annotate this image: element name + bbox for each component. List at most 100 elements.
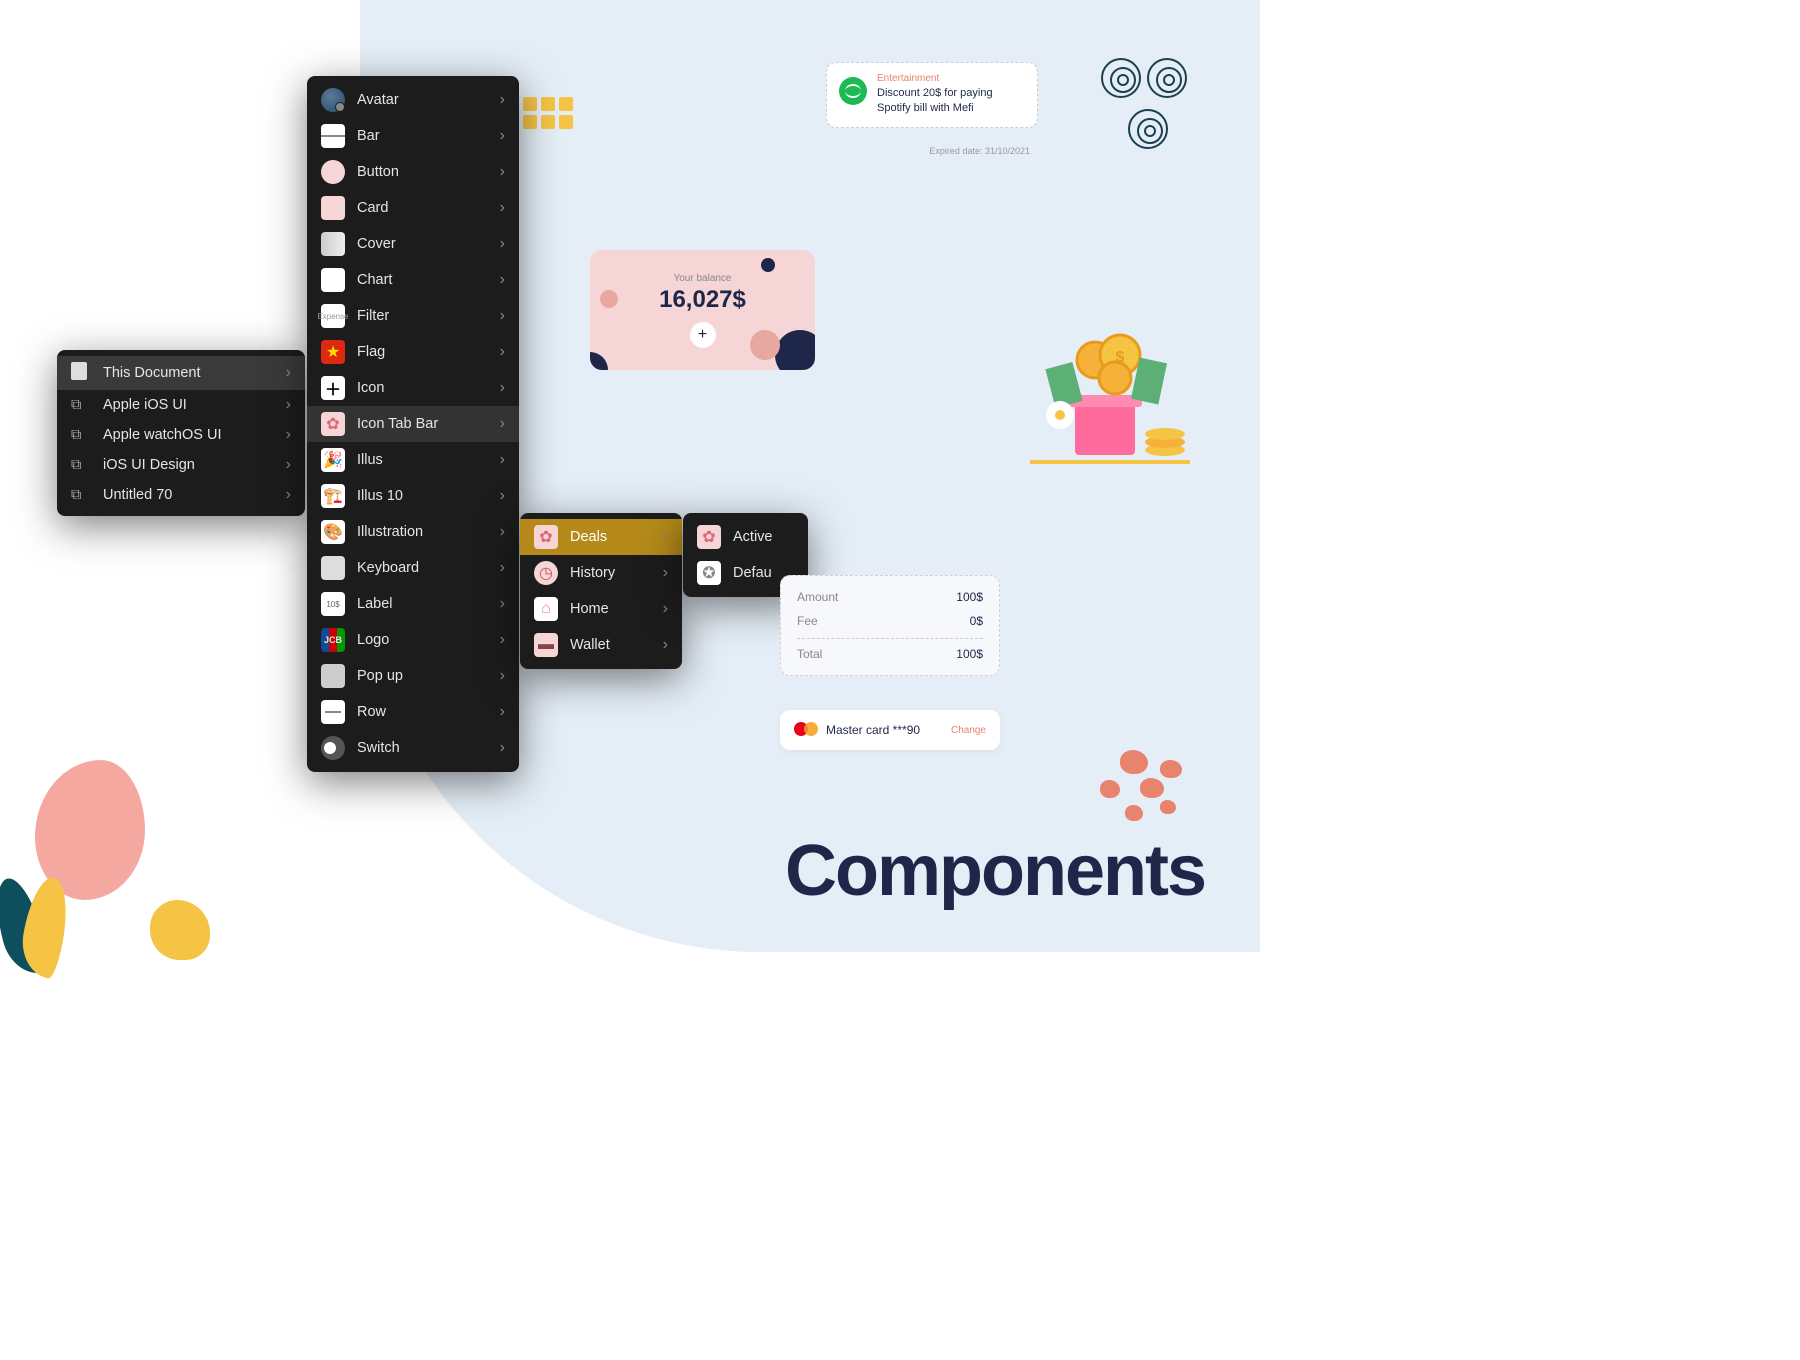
menu-label: Deals bbox=[570, 529, 607, 545]
menu-label: Icon bbox=[357, 380, 384, 396]
menu-item-active[interactable]: ✿ Active bbox=[683, 519, 808, 555]
notification-category: Entertainment bbox=[877, 73, 1025, 84]
popup-icon bbox=[321, 664, 345, 688]
chevron-right-icon: › bbox=[500, 163, 505, 181]
badge-icon: ✪ bbox=[697, 561, 721, 585]
menu-label: Pop up bbox=[357, 668, 403, 684]
illus10-icon: 🏗️ bbox=[321, 484, 345, 508]
menu-item-apple-watchos[interactable]: ⧉ Apple watchOS UI › bbox=[57, 420, 305, 450]
chevron-right-icon: › bbox=[500, 199, 505, 217]
leaves-decoration bbox=[0, 877, 65, 982]
menu-item-icon[interactable]: ＋Icon› bbox=[307, 370, 519, 406]
menu-label: Icon Tab Bar bbox=[357, 416, 438, 432]
menu-label: Label bbox=[357, 596, 392, 612]
change-card-button[interactable]: Change bbox=[951, 725, 986, 736]
clock-icon: ◷ bbox=[534, 561, 558, 585]
menu-item-label[interactable]: 10$Label› bbox=[307, 586, 519, 622]
menu-label: Apple watchOS UI bbox=[103, 427, 221, 443]
chevron-right-icon: › bbox=[500, 127, 505, 145]
chevron-right-icon: › bbox=[286, 396, 291, 414]
switch-icon bbox=[321, 736, 345, 760]
add-balance-button[interactable]: + bbox=[690, 322, 716, 348]
documents-menu: This Document › ⧉ Apple iOS UI › ⧉ Apple… bbox=[57, 350, 305, 516]
notification-expired: Expired date: 31/10/2021 bbox=[826, 142, 1038, 160]
menu-label: History bbox=[570, 565, 615, 581]
chevron-right-icon: › bbox=[500, 523, 505, 541]
chevron-right-icon: › bbox=[500, 451, 505, 469]
mastercard-icon bbox=[794, 722, 818, 738]
amount-label: Amount bbox=[797, 590, 838, 604]
menu-item-illus-10[interactable]: 🏗️Illus 10› bbox=[307, 478, 519, 514]
menu-item-ios-design[interactable]: ⧉ iOS UI Design › bbox=[57, 450, 305, 480]
total-value: 100$ bbox=[956, 647, 983, 661]
menu-item-avatar[interactable]: Avatar› bbox=[307, 82, 519, 118]
balance-amount: 16,027$ bbox=[659, 286, 746, 314]
menu-item-bar[interactable]: Bar › bbox=[307, 118, 519, 154]
chevron-right-icon: › bbox=[663, 564, 668, 582]
components-menu: Avatar› Bar› Button› Card› Cover› Chart›… bbox=[307, 76, 519, 772]
menu-label: Defau bbox=[733, 565, 772, 581]
flower-icon: ✿ bbox=[321, 412, 345, 436]
menu-item-wallet[interactable]: ▬Wallet› bbox=[520, 627, 682, 663]
menu-item-apple-ios[interactable]: ⧉ Apple iOS UI › bbox=[57, 390, 305, 420]
notification-text: Discount 20$ for paying Spotify bill wit… bbox=[877, 86, 1025, 117]
chevron-right-icon: › bbox=[500, 739, 505, 757]
tab-bar-submenu: ✿Deals› ◷ History › ⌂ Home › ▬Wallet› bbox=[520, 513, 682, 669]
notification-card: Entertainment Discount 20$ for paying Sp… bbox=[826, 62, 1038, 128]
home-icon: ⌂ bbox=[534, 597, 558, 621]
menu-item-button[interactable]: Button› bbox=[307, 154, 519, 190]
menu-item-history[interactable]: ◷ History › bbox=[520, 555, 682, 591]
menu-item-card[interactable]: Card› bbox=[307, 190, 519, 226]
menu-item-untitled[interactable]: ⧉ Untitled 70 › bbox=[57, 480, 305, 510]
menu-label: Illustration bbox=[357, 524, 423, 540]
menu-label: Apple iOS UI bbox=[103, 397, 187, 413]
menu-item-logo[interactable]: JCBLogo› bbox=[307, 622, 519, 658]
menu-item-deals[interactable]: ✿Deals› bbox=[520, 519, 682, 555]
menu-item-chart[interactable]: Chart› bbox=[307, 262, 519, 298]
menu-item-icon-tab-bar[interactable]: ✿Icon Tab Bar› bbox=[307, 406, 519, 442]
menu-label: Cover bbox=[357, 236, 396, 252]
menu-item-switch[interactable]: Switch › bbox=[307, 730, 519, 766]
link-icon: ⧉ bbox=[71, 487, 91, 503]
chevron-right-icon: › bbox=[500, 667, 505, 685]
menu-item-this-document[interactable]: This Document › bbox=[57, 356, 305, 390]
menu-item-cover[interactable]: Cover› bbox=[307, 226, 519, 262]
chevron-right-icon: › bbox=[500, 307, 505, 325]
menu-item-row[interactable]: Row › bbox=[307, 694, 519, 730]
card-icon bbox=[321, 196, 345, 220]
chevron-right-icon: › bbox=[286, 486, 291, 504]
menu-item-popup[interactable]: Pop up › bbox=[307, 658, 519, 694]
menu-item-flag[interactable]: ★Flag› bbox=[307, 334, 519, 370]
menu-label: Avatar bbox=[357, 92, 399, 108]
chevron-right-icon: › bbox=[500, 487, 505, 505]
menu-label: Wallet bbox=[570, 637, 610, 653]
menu-item-illustration[interactable]: 🎨 Illustration › bbox=[307, 514, 519, 550]
amount-value: 100$ bbox=[956, 590, 983, 604]
chevron-right-icon: › bbox=[500, 703, 505, 721]
menu-item-home[interactable]: ⌂Home› bbox=[520, 591, 682, 627]
spotify-icon bbox=[839, 77, 867, 105]
flower-icon: ✿ bbox=[697, 525, 721, 549]
menu-item-keyboard[interactable]: Keyboard› bbox=[307, 550, 519, 586]
menu-item-illus[interactable]: 🎉Illus› bbox=[307, 442, 519, 478]
chevron-right-icon: › bbox=[500, 343, 505, 361]
fee-value: 0$ bbox=[970, 614, 983, 628]
menu-label: iOS UI Design bbox=[103, 457, 195, 473]
menu-item-filter[interactable]: ExpenseFilter› bbox=[307, 298, 519, 334]
menu-label: This Document bbox=[103, 365, 201, 381]
menu-label: Switch bbox=[357, 740, 400, 756]
menu-label: Row bbox=[357, 704, 386, 720]
chevron-right-icon: › bbox=[500, 631, 505, 649]
chart-icon bbox=[321, 268, 345, 292]
money-illustration: $ bbox=[1020, 320, 1200, 470]
menu-label: Home bbox=[570, 601, 609, 617]
menu-label: Bar bbox=[357, 128, 380, 144]
payment-card-row[interactable]: Master card ***90 Change bbox=[780, 710, 1000, 750]
total-label: Total bbox=[797, 647, 822, 661]
bar-icon bbox=[321, 124, 345, 148]
menu-label: Active bbox=[733, 529, 773, 545]
balance-card: Your balance 16,027$ + bbox=[590, 250, 815, 370]
illustration-icon: 🎨 bbox=[321, 520, 345, 544]
red-dots-decoration bbox=[1100, 750, 1200, 840]
chevron-right-icon: › bbox=[500, 559, 505, 577]
